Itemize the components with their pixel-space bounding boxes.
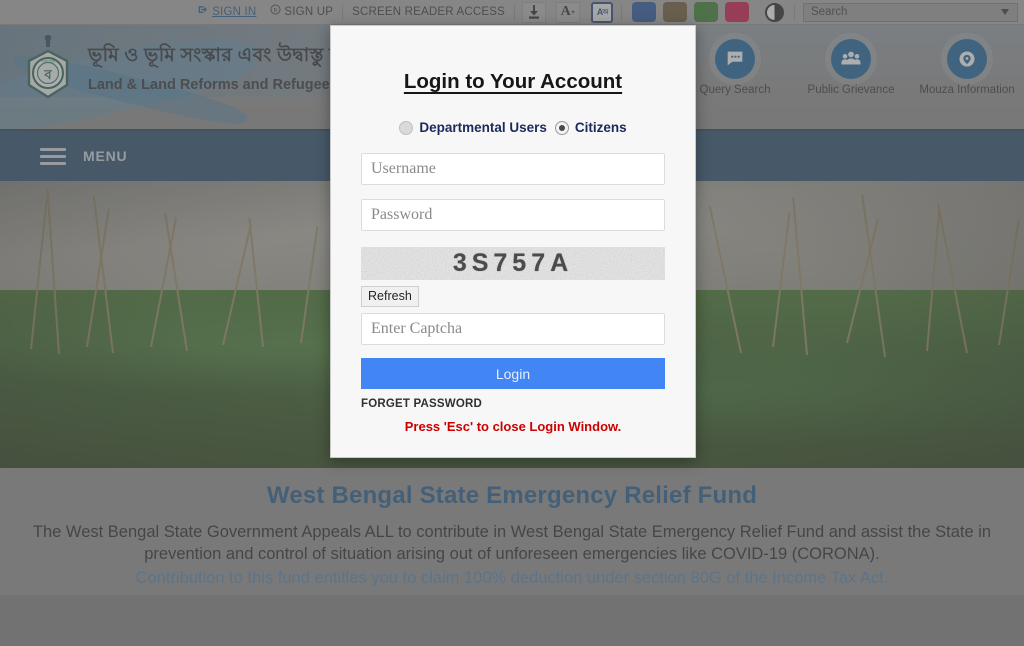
username-input[interactable] (361, 153, 665, 185)
captcha-input[interactable] (361, 313, 665, 345)
quick-link-label: Mouza Information (919, 84, 1015, 96)
sign-in-link[interactable]: SIGN IN (191, 0, 263, 25)
quick-link-public-grievance[interactable]: Public Grievance (802, 39, 900, 96)
role-radio-group: Departmental Users Citizens (361, 120, 665, 135)
theme-swatch-brown[interactable] (663, 2, 687, 22)
relief-fund-title: West Bengal State Emergency Relief Fund (266, 482, 758, 509)
radio-citizens-label: Citizens (574, 120, 627, 135)
radio-departmental-users[interactable]: Departmental Users (399, 120, 547, 135)
svg-text:সত্যমেব: সত্যমেব (40, 59, 56, 64)
theme-swatch-crimson[interactable] (725, 2, 749, 22)
chevron-down-icon[interactable] (1001, 9, 1009, 15)
utility-topbar: SIGN IN R SIGN UP SCREEN READER ACCESS A… (0, 0, 1024, 25)
map-pin-icon (947, 39, 987, 79)
contrast-toggle-icon[interactable] (765, 2, 784, 22)
escape-hint-text: Press 'Esc' to close Login Window. (404, 419, 622, 434)
password-input[interactable] (361, 199, 665, 231)
svg-text:ব: ব (43, 67, 52, 82)
font-size-icon[interactable]: A+ (556, 1, 580, 23)
forget-password-link[interactable]: FORGET PASSWORD (361, 398, 665, 410)
captcha-image: 3S757A (361, 247, 665, 280)
topbar-divider-2 (514, 4, 515, 20)
screen-reader-label: SCREEN READER ACCESS (352, 5, 505, 18)
sign-up-label: SIGN UP (284, 5, 334, 18)
radio-citizens-icon[interactable] (554, 120, 569, 135)
login-button[interactable]: Login (361, 358, 665, 389)
chat-query-icon (715, 39, 755, 79)
topbar-divider-4 (794, 4, 795, 20)
theme-swatch-green[interactable] (694, 2, 718, 22)
sign-in-icon (198, 0, 209, 25)
captcha-text: 3S757A (452, 249, 574, 277)
radio-departmental-label: Departmental Users (419, 120, 547, 135)
hamburger-menu-icon[interactable] (40, 144, 66, 169)
radio-citizens[interactable]: Citizens (554, 120, 627, 135)
sign-up-link[interactable]: R SIGN UP (263, 0, 340, 25)
quick-link-label: Public Grievance (807, 84, 895, 96)
screen-reader-access-link[interactable]: SCREEN READER ACCESS (345, 0, 512, 25)
relief-fund-section: West Bengal State Emergency Relief Fund … (0, 468, 1024, 596)
theme-swatch-blue[interactable] (632, 2, 656, 22)
government-emblem-icon: ব সত্যমেব (17, 34, 79, 115)
registered-mark-icon: R (270, 0, 281, 25)
radio-departmental-icon[interactable] (399, 120, 414, 135)
quick-links: Query Search Public Grievance Mouza Info… (686, 39, 1016, 96)
svg-text:R: R (274, 7, 278, 13)
refresh-captcha-button[interactable]: Refresh (361, 286, 419, 307)
search-input[interactable] (804, 5, 1001, 19)
quick-link-label: Query Search (699, 84, 771, 96)
menu-label: MENU (83, 148, 128, 164)
download-icon[interactable] (522, 1, 546, 23)
theme-swatches (624, 2, 757, 22)
topbar-divider-1 (342, 4, 344, 20)
page-root: SIGN IN R SIGN UP SCREEN READER ACCESS A… (0, 0, 1024, 646)
search-box[interactable] (803, 2, 1018, 22)
login-modal: Login to Your Account Departmental Users… (330, 25, 696, 458)
quick-link-mouza-information[interactable]: Mouza Information (918, 39, 1016, 96)
relief-fund-deduction-link[interactable]: Contribution to this fund entitles you t… (10, 568, 1014, 590)
language-toggle-icon[interactable]: Aঅ (591, 1, 613, 23)
topbar-divider-3 (621, 4, 622, 20)
quick-link-query-search[interactable]: Query Search (686, 39, 784, 96)
relief-fund-body: The West Bengal State Government Appeals… (32, 523, 992, 563)
sign-in-label: SIGN IN (212, 5, 257, 18)
people-group-icon (831, 39, 871, 79)
login-modal-title: Login to Your Account (403, 70, 623, 93)
